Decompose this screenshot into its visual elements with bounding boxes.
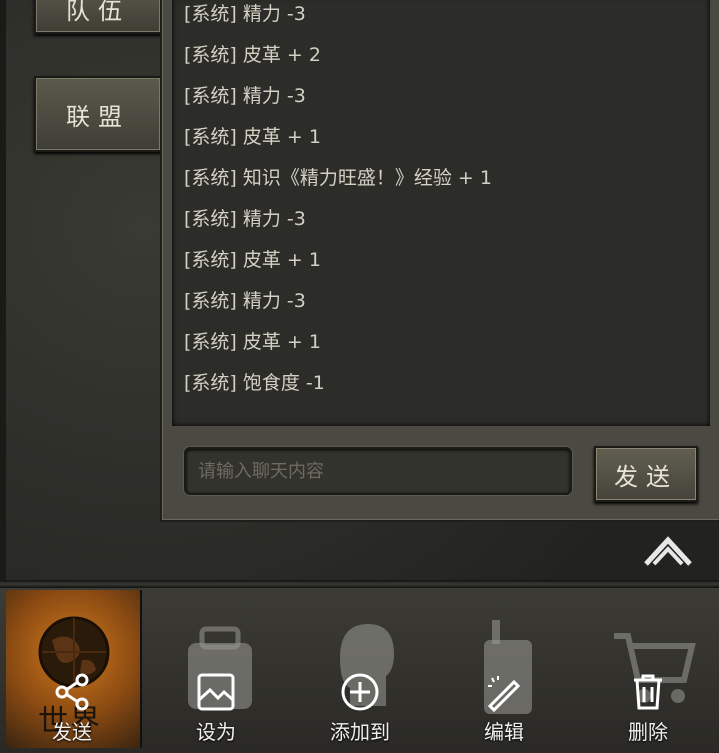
chat-line: [系统] 皮革 + 1 — [184, 249, 321, 271]
share-action[interactable]: 发送 — [12, 660, 132, 750]
send-button[interactable]: 发送 — [594, 446, 698, 502]
add-to-label: 添加到 — [330, 720, 390, 744]
edit-action[interactable]: 编辑 — [444, 660, 564, 750]
chat-line: [系统] 皮革 + 1 — [184, 331, 321, 353]
edit-icon — [487, 676, 521, 712]
chat-line: [系统] 饱食度 -1 — [184, 372, 325, 394]
delete-action[interactable]: 删除 — [588, 660, 708, 750]
left-edge — [0, 0, 6, 580]
edit-label: 编辑 — [484, 720, 524, 744]
share-label: 发送 — [52, 720, 92, 744]
set-as-icon — [197, 673, 235, 711]
divider — [0, 580, 719, 588]
share-icon — [55, 673, 89, 711]
add-to-icon — [341, 673, 379, 711]
add-to-action[interactable]: 添加到 — [300, 660, 420, 750]
chat-line: [系统] 皮革 + 2 — [184, 44, 321, 66]
chat-line: [系统] 精力 -3 — [184, 85, 306, 107]
set-as-action[interactable]: 设为 — [156, 660, 276, 750]
chat-input[interactable] — [184, 447, 572, 495]
send-button-label: 发送 — [614, 462, 678, 491]
delete-label: 删除 — [628, 720, 668, 744]
chat-line: [系统] 皮革 + 1 — [184, 126, 321, 148]
delete-icon — [634, 674, 662, 710]
tab-team[interactable]: 队伍 — [34, 0, 162, 34]
set-as-label: 设为 — [196, 720, 236, 744]
chat-line: [系统] 精力 -3 — [184, 208, 306, 230]
chat-line: [系统] 精力 -3 — [184, 3, 306, 25]
tab-alliance[interactable]: 联盟 — [34, 76, 162, 152]
tab-team-label: 队伍 — [66, 0, 130, 25]
chat-line: [系统] 知识《精力旺盛！》经验 + 1 — [184, 167, 492, 189]
collapse-up-icon[interactable] — [642, 532, 694, 568]
chat-line: [系统] 精力 -3 — [184, 290, 306, 312]
tab-alliance-label: 联盟 — [66, 102, 130, 131]
